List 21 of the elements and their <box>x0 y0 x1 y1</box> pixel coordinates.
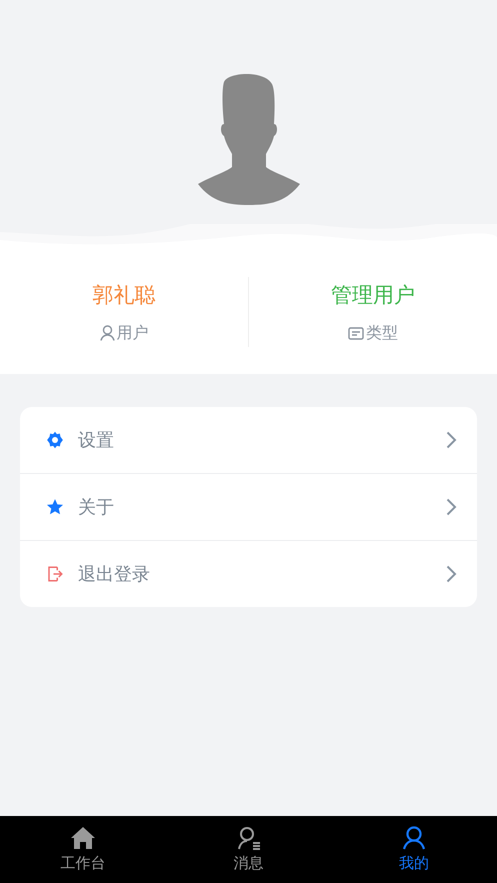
tab-item[interactable]: 工作台 <box>0 816 166 883</box>
user-name: 郭礼聪 <box>92 282 156 308</box>
menu-item[interactable]: 退出登录 <box>20 540 477 607</box>
home-icon <box>70 826 96 850</box>
chevron-right-icon <box>446 498 457 516</box>
user-list-icon <box>236 826 260 850</box>
logout-icon <box>46 565 64 583</box>
settings-icon <box>46 431 64 449</box>
tab-item[interactable]: 消息 <box>166 816 332 883</box>
user-type: 管理用户 <box>331 282 415 308</box>
menu-item[interactable]: 关于 <box>20 473 477 540</box>
tab-item[interactable]: 我的 <box>331 816 497 883</box>
user-icon <box>100 325 114 341</box>
menu-item[interactable]: 设置 <box>20 407 477 473</box>
card-icon <box>348 326 364 340</box>
type-caption: 类型 <box>366 322 398 344</box>
star-icon <box>46 498 64 516</box>
user-icon <box>402 826 426 850</box>
user-caption: 用户 <box>116 322 148 344</box>
chevron-right-icon <box>446 565 457 583</box>
chevron-right-icon <box>446 431 457 449</box>
